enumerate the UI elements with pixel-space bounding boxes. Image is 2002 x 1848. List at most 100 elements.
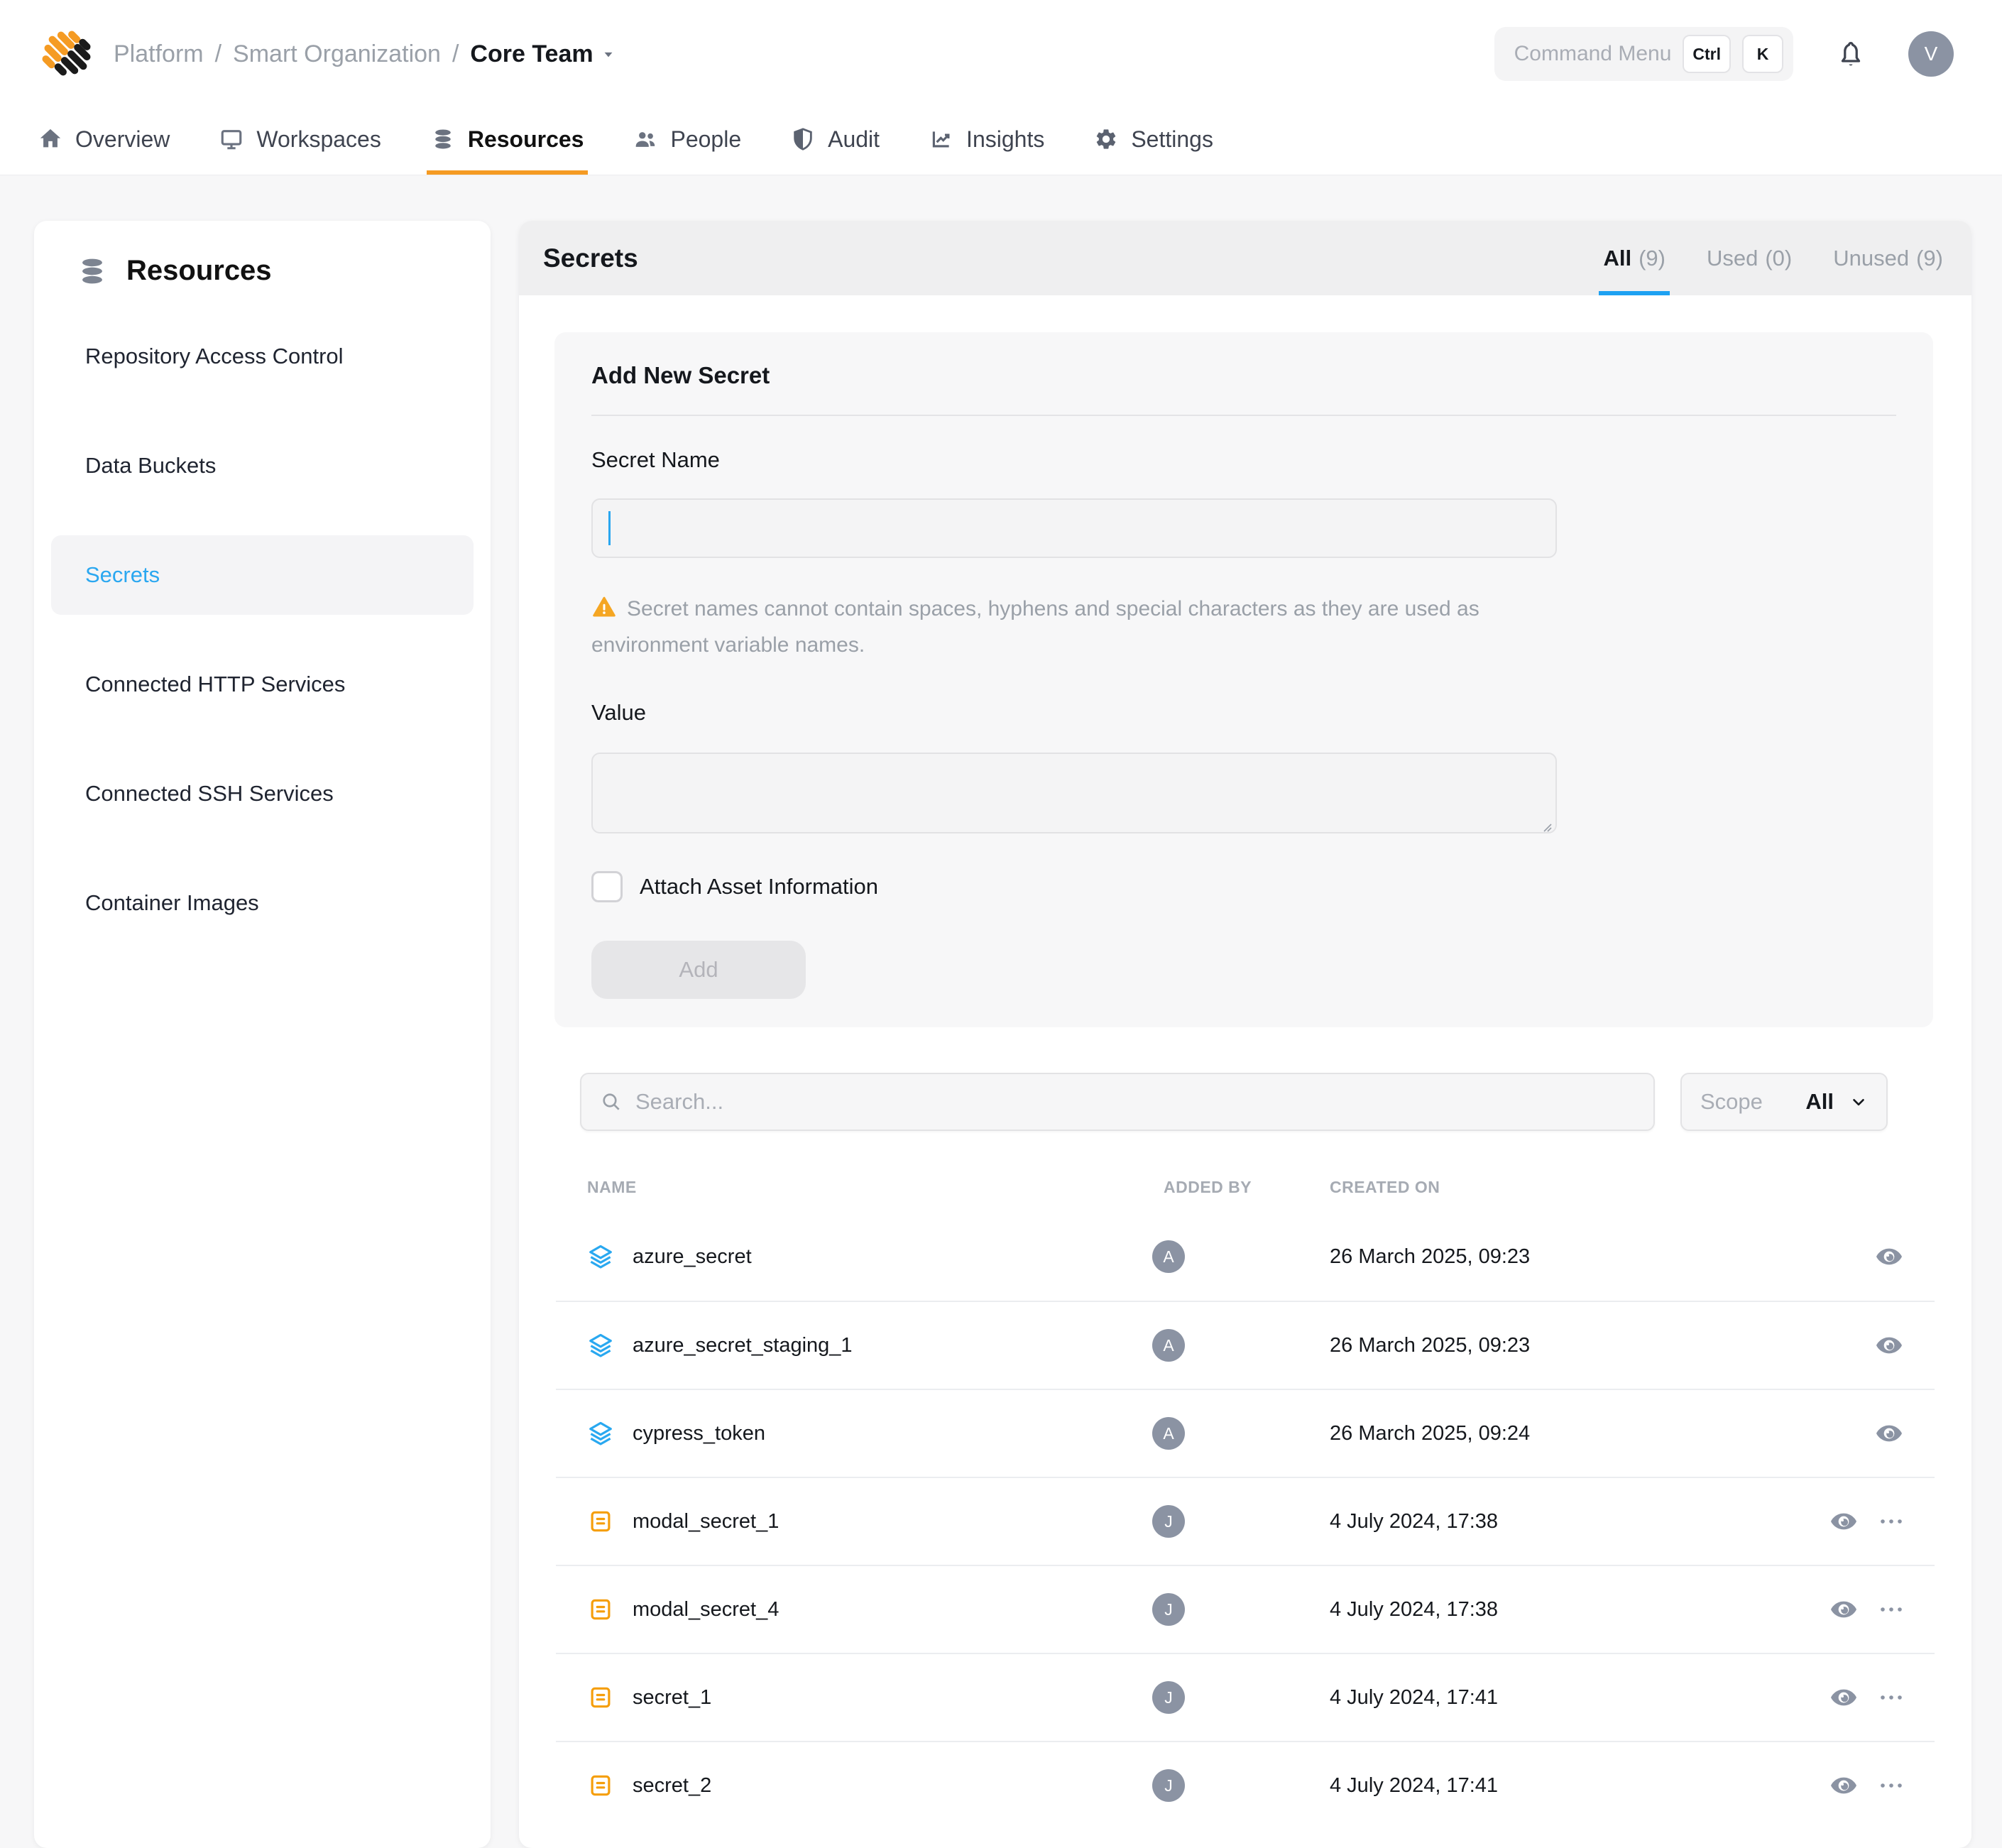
people-icon (633, 127, 657, 151)
add-button[interactable]: Add (591, 941, 806, 999)
added-by-avatar: J (1152, 1769, 1185, 1802)
secret-name-cell: modal_secret_1 (587, 1508, 1084, 1535)
layers-icon (587, 1243, 614, 1270)
nav-tab-label: Audit (828, 126, 880, 153)
scope-select[interactable]: Scope All (1680, 1073, 1888, 1131)
secrets-header: Secrets All (9) Used (0) Unused (519, 221, 1971, 295)
added-by-avatar: A (1152, 1417, 1185, 1450)
user-avatar[interactable]: V (1908, 31, 1954, 77)
nav-tab-label: People (670, 126, 741, 153)
view-secret-button[interactable] (1829, 1595, 1858, 1624)
breadcrumb-separator: / (215, 40, 221, 68)
created-on-cell: 4 July 2024, 17:41 (1269, 1686, 1783, 1710)
command-menu-button[interactable]: Command Menu Ctrl K (1494, 27, 1793, 81)
team-switcher[interactable]: Core Team (470, 40, 617, 68)
brand-logo-icon (34, 21, 99, 87)
added-by-cell: J (1084, 1769, 1269, 1802)
secrets-table: NAME ADDED BY CREATED ON (556, 1131, 1935, 1829)
document-icon (587, 1596, 614, 1623)
filter-tab[interactable]: Unused (9) (1833, 221, 1943, 295)
secret-name-input[interactable] (591, 498, 1557, 558)
secret-name-cell: cypress_token (587, 1420, 1084, 1447)
secret-name-cell: azure_secret (587, 1243, 1084, 1270)
view-secret-button[interactable] (1829, 1507, 1858, 1536)
view-secret-button[interactable] (1875, 1242, 1903, 1271)
shield-icon (791, 127, 815, 151)
page-title: Secrets (543, 244, 638, 273)
search-input[interactable] (635, 1089, 1635, 1115)
filter-tab[interactable]: Used (0) (1707, 221, 1792, 295)
row-actions (1783, 1419, 1903, 1448)
nav-tab[interactable]: People (629, 108, 745, 175)
sidebar-item[interactable]: Connected HTTP Services (51, 645, 474, 724)
added-by-cell: J (1084, 1505, 1269, 1538)
nav-tab[interactable]: Settings (1090, 108, 1218, 175)
nav-tab-label: Workspaces (256, 126, 381, 153)
breadcrumb-separator: / (452, 40, 459, 68)
sidebar-item[interactable]: Container Images (51, 863, 474, 943)
secret-value-textarea[interactable] (591, 753, 1557, 833)
row-actions (1783, 1242, 1903, 1271)
sidebar-item[interactable]: Repository Access Control (51, 317, 474, 396)
current-team-label: Core Team (470, 40, 593, 68)
topbar: Platform / Smart Organization / Core Tea… (0, 0, 2002, 108)
secrets-panel: Secrets All (9) Used (0) Unused (519, 221, 1971, 1848)
database-icon (431, 127, 455, 151)
secret-name: cypress_token (633, 1422, 765, 1445)
key-k: K (1742, 35, 1783, 73)
monitor-icon (219, 127, 244, 151)
table-header: NAME ADDED BY CREATED ON (556, 1178, 1935, 1197)
warning-triangle-icon (591, 594, 617, 620)
nav-tab[interactable]: Insights (925, 108, 1049, 175)
caret-down-icon (599, 45, 618, 63)
notifications-bell-icon[interactable] (1834, 38, 1867, 70)
nav-tab-label: Overview (75, 126, 170, 153)
sidebar-title: Resources (126, 255, 272, 287)
sidebar-item[interactable]: Secrets (51, 535, 474, 615)
document-icon (587, 1684, 614, 1711)
sidebar-item[interactable]: Connected SSH Services (51, 754, 474, 833)
more-options-button[interactable] (1879, 1606, 1903, 1613)
eye-icon (1829, 1683, 1858, 1712)
breadcrumb: Platform / Smart Organization / Core Tea… (114, 40, 618, 68)
table-row: cypress_token A 26 March 2025, 09:24 (556, 1389, 1935, 1477)
secret-name-label: Secret Name (591, 447, 1896, 473)
nav-tab[interactable]: Audit (787, 108, 884, 175)
breadcrumb-item[interactable]: Smart Organization (233, 40, 441, 68)
view-secret-button[interactable] (1829, 1771, 1858, 1800)
document-icon (587, 1508, 614, 1535)
key-ctrl: Ctrl (1683, 35, 1731, 73)
layers-icon (587, 1420, 614, 1447)
attach-asset-checkbox[interactable] (591, 871, 623, 902)
sidebar-item[interactable]: Data Buckets (51, 426, 474, 505)
resize-handle[interactable] (1540, 820, 1553, 833)
row-actions (1783, 1771, 1903, 1800)
secret-name-cell: secret_1 (587, 1684, 1084, 1711)
created-on-cell: 26 March 2025, 09:23 (1269, 1245, 1783, 1269)
added-by-avatar: J (1152, 1505, 1185, 1538)
nav-tab[interactable]: Resources (427, 108, 589, 175)
ellipsis-icon (1879, 1782, 1903, 1789)
add-secret-card: Add New Secret Secret Name Secret names … (554, 332, 1933, 1027)
text-cursor (608, 511, 611, 545)
filter-tab[interactable]: All (9) (1603, 221, 1665, 295)
breadcrumb-item[interactable]: Platform (114, 40, 204, 68)
view-secret-button[interactable] (1875, 1331, 1903, 1360)
column-header-added-by: ADDED BY (1084, 1178, 1269, 1197)
table-row: modal_secret_1 J 4 July 2024, 17:38 (556, 1477, 1935, 1565)
sidebar-header: Resources (51, 255, 474, 287)
added-by-cell: A (1084, 1417, 1269, 1450)
eye-icon (1875, 1419, 1903, 1448)
secret-name-wrap (591, 498, 1557, 558)
row-actions (1783, 1507, 1903, 1536)
view-secret-button[interactable] (1875, 1419, 1903, 1448)
view-secret-button[interactable] (1829, 1683, 1858, 1712)
nav-tab[interactable]: Workspaces (215, 108, 385, 175)
content-area: Resources Repository Access Control Data… (0, 175, 2002, 1848)
nav-tab[interactable]: Overview (34, 108, 174, 175)
more-options-button[interactable] (1879, 1518, 1903, 1525)
more-options-button[interactable] (1879, 1782, 1903, 1789)
eye-icon (1829, 1771, 1858, 1800)
add-secret-title: Add New Secret (591, 362, 1896, 389)
more-options-button[interactable] (1879, 1694, 1903, 1701)
